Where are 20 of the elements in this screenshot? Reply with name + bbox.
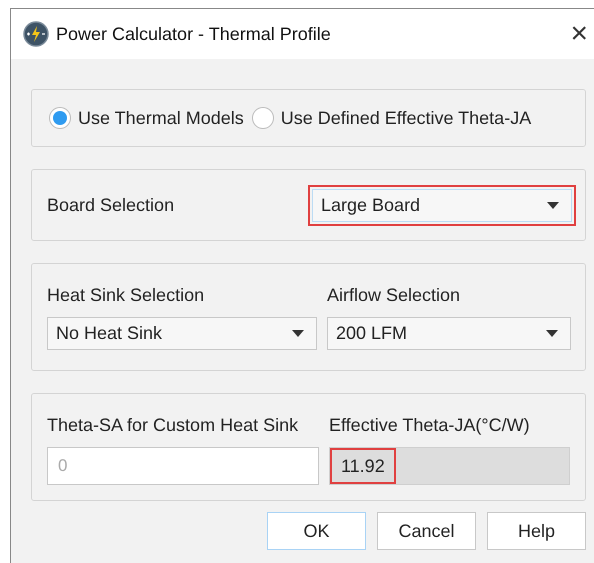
- dialog-button[interactable]: OK: [267, 512, 366, 550]
- field-label: Effective Theta-JA(°C/W): [329, 414, 531, 437]
- dialog-button[interactable]: Help: [487, 512, 586, 550]
- radio-option[interactable]: Use Thermal Models: [49, 104, 244, 132]
- dropdown[interactable]: No Heat Sink: [47, 317, 317, 350]
- dropdown[interactable]: 200 LFM: [327, 317, 571, 350]
- field-label: Airflow Selection: [327, 284, 462, 307]
- dropdown[interactable]: Large Board: [312, 188, 572, 222]
- caret-icon: [292, 330, 304, 337]
- field-label: Theta-SA for Custom Heat Sink: [47, 414, 300, 437]
- caret-icon: [546, 330, 558, 337]
- value-field: 11.92: [330, 448, 396, 484]
- dialog-button[interactable]: Cancel: [377, 512, 476, 550]
- caret-icon: [547, 202, 559, 208]
- power-icon: [23, 21, 49, 47]
- field-label: Heat Sink Selection: [47, 284, 206, 307]
- close-button[interactable]: ×: [570, 19, 588, 49]
- field-label: Board Selection: [47, 194, 174, 216]
- window-title: Power Calculator - Thermal Profile: [56, 22, 331, 46]
- radio-option[interactable]: Use Defined Effective Theta-JA: [252, 104, 532, 132]
